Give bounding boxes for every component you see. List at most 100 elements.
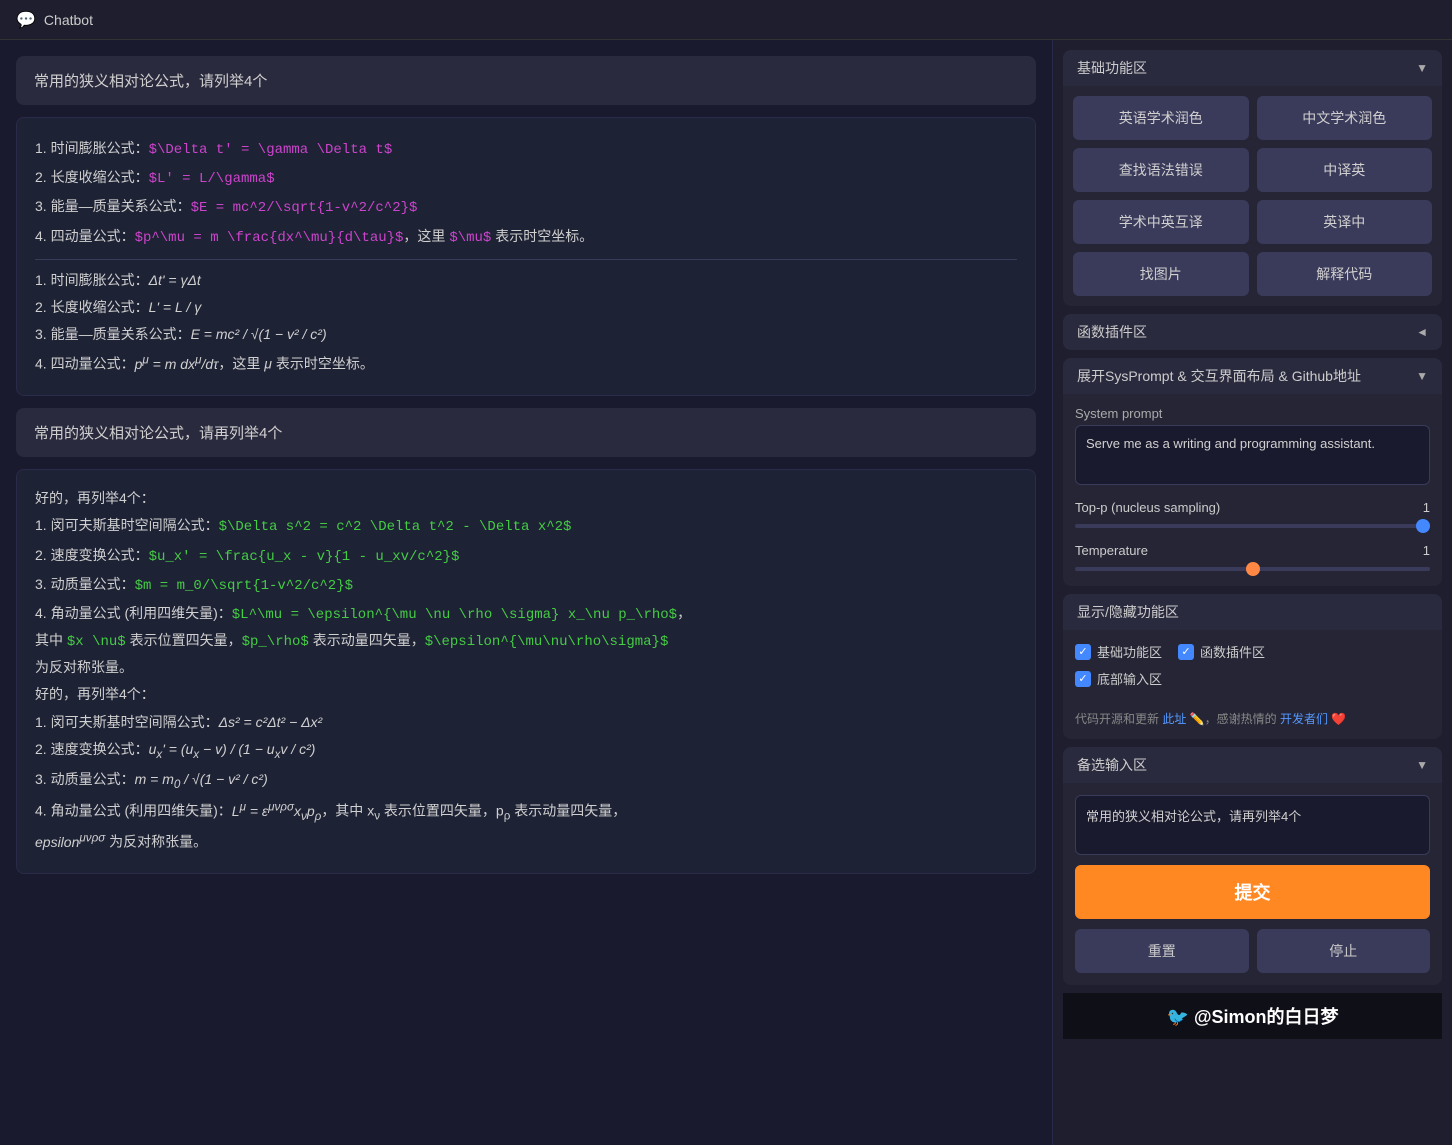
chevron-down-icon: ▼ <box>1416 758 1428 772</box>
toggle-body: ✓ 基础功能区 ✓ 函数插件区 ✓ 底部输入区 <box>1063 630 1442 700</box>
msg-item: 1. 闵可夫斯基时空间隔公式：Δs² = c²Δt² − Δx² <box>35 710 1017 735</box>
msg-item: 2. 速度变换公式：ux' = (ux − v) / (1 − uxv / c²… <box>35 737 1017 765</box>
reset-button[interactable]: 重置 <box>1075 929 1249 973</box>
main-layout: 常用的狭义相对论公式，请列举4个 1. 时间膨胀公式：$\Delta t' = … <box>0 40 1452 1145</box>
toggle-section-title: 显示/隐藏功能区 <box>1077 602 1179 622</box>
msg-item: 4. 四动量公式：pμ = m dxμ/dτ，这里 μ 表示时空坐标。 <box>35 349 1017 377</box>
bottom-buttons: 重置 停止 <box>1075 929 1430 973</box>
sysprompt-header[interactable]: 展开SysPrompt & 交互界面布局 & Github地址 ▼ <box>1063 358 1442 394</box>
rendered-math: μ <box>264 356 272 372</box>
source-link[interactable]: 此址 <box>1162 712 1186 726</box>
watermark: 🐦 @Simon的白日梦 <box>1063 993 1442 1039</box>
checkbox-plugin[interactable]: ✓ <box>1178 644 1194 660</box>
divider <box>35 259 1017 260</box>
rendered-math: Δs² = c²Δt² − Δx² <box>219 714 323 730</box>
msg-item: 1. 时间膨胀公式：Δt' = γΔt <box>35 268 1017 293</box>
submit-button[interactable]: 提交 <box>1075 865 1430 919</box>
right-panel: 基础功能区 ▼ 英语学术润色 中文学术润色 查找语法错误 中译英 学术中英互译 … <box>1052 40 1452 1145</box>
msg-item: 2. 速度变换公式：$u_x' = \frac{u_x - v}{1 - u_x… <box>35 543 1017 570</box>
checkbox-bottom[interactable]: ✓ <box>1075 671 1091 687</box>
toggle-row-2: ✓ 底部输入区 <box>1075 669 1430 688</box>
app-title: Chatbot <box>44 12 93 28</box>
chatbot-icon: 💬 <box>16 10 36 30</box>
sysprompt-body: System prompt Top-p (nucleus sampling) 1… <box>1063 394 1442 586</box>
user-message-2: 常用的狭义相对论公式，请再列举4个 <box>16 408 1036 457</box>
latex-code: $\Delta t' = \gamma \Delta t$ <box>149 142 393 158</box>
user-message-1: 常用的狭义相对论公式，请列举4个 <box>16 56 1036 105</box>
alt-input-body: 提交 重置 停止 <box>1063 783 1442 985</box>
grammar-check-button[interactable]: 查找语法错误 <box>1073 148 1249 192</box>
chat-panel: 常用的狭义相对论公式，请列举4个 1. 时间膨胀公式：$\Delta t' = … <box>0 40 1052 1145</box>
msg-item: 3. 动质量公式：$m = m_0/\sqrt{1-v^2/c^2}$ <box>35 572 1017 599</box>
sysprompt-section: 展开SysPrompt & 交互界面布局 & Github地址 ▼ System… <box>1063 358 1442 586</box>
stop-button[interactable]: 停止 <box>1257 929 1431 973</box>
chevron-left-icon: ◄ <box>1416 325 1428 339</box>
msg-text: 好的，再列举4个： <box>35 682 1017 707</box>
top-p-label: Top-p (nucleus sampling) <box>1075 500 1402 515</box>
plugin-header[interactable]: 函数插件区 ◄ <box>1063 314 1442 350</box>
temperature-group: Temperature 1 <box>1075 543 1430 574</box>
top-p-row: Top-p (nucleus sampling) 1 <box>1075 500 1430 515</box>
msg-item: 4. 角动量公式 (利用四维矢量)：$L^\mu = \epsilon^{\mu… <box>35 601 1017 681</box>
top-p-value: 1 <box>1410 500 1430 515</box>
toggle-basic: ✓ 基础功能区 <box>1075 642 1162 661</box>
rendered-math: ux' = (ux − v) / (1 − uxv / c²) <box>149 741 316 757</box>
basic-functions-body: 英语学术润色 中文学术润色 查找语法错误 中译英 学术中英互译 英译中 找图片 … <box>1063 86 1442 306</box>
system-prompt-input[interactable] <box>1075 425 1430 485</box>
temperature-label: Temperature <box>1075 543 1402 558</box>
find-image-button[interactable]: 找图片 <box>1073 252 1249 296</box>
msg-item: 1. 闵可夫斯基时空间隔公式：$\Delta s^2 = c^2 \Delta … <box>35 513 1017 540</box>
rendered-math: m = m0 / √(1 − v² / c²) <box>135 771 268 787</box>
msg-item: 3. 动质量公式：m = m0 / √(1 − v² / c²) <box>35 767 1017 795</box>
explain-code-button[interactable]: 解释代码 <box>1257 252 1433 296</box>
rendered-math: L' = L / γ <box>149 299 202 315</box>
toggle-label-basic: 基础功能区 <box>1097 642 1162 661</box>
section-title: 展开SysPrompt & 交互界面布局 & Github地址 <box>1077 366 1361 386</box>
temperature-slider-container <box>1075 558 1430 574</box>
section-title: 基础功能区 <box>1077 58 1147 78</box>
top-p-slider[interactable] <box>1075 524 1430 528</box>
en-to-cn-button[interactable]: 英译中 <box>1257 200 1433 244</box>
msg-item: 2. 长度收缩公式：L' = L / γ <box>35 295 1017 320</box>
alt-input-field[interactable] <box>1075 795 1430 855</box>
english-polish-button[interactable]: 英语学术润色 <box>1073 96 1249 140</box>
latex-code: $m = m_0/\sqrt{1-v^2/c^2}$ <box>135 578 353 594</box>
msg-item: 2. 长度收缩公式：$L' = L/\gamma$ <box>35 165 1017 192</box>
toggle-bottom: ✓ 底部输入区 <box>1075 669 1162 688</box>
top-p-slider-container <box>1075 515 1430 531</box>
top-bar: 💬 Chatbot <box>0 0 1452 40</box>
latex-code: $\epsilon^{\mu\nu\rho\sigma}$ <box>425 634 669 650</box>
rendered-math: epsilonμνρσ <box>35 834 105 850</box>
chevron-down-icon: ▼ <box>1416 61 1428 75</box>
basic-functions-section: 基础功能区 ▼ 英语学术润色 中文学术润色 查找语法错误 中译英 学术中英互译 … <box>1063 50 1442 306</box>
toggle-section: 显示/隐藏功能区 ✓ 基础功能区 ✓ 函数插件区 ✓ 底部输入区 <box>1063 594 1442 739</box>
basic-functions-header[interactable]: 基础功能区 ▼ <box>1063 50 1442 86</box>
checkbox-basic[interactable]: ✓ <box>1075 644 1091 660</box>
weibo-icon: 🐦 <box>1167 1007 1189 1027</box>
toggle-row-1: ✓ 基础功能区 ✓ 函数插件区 <box>1075 642 1430 661</box>
latex-code: $\Delta s^2 = c^2 \Delta t^2 - \Delta x^… <box>219 519 572 535</box>
chinese-polish-button[interactable]: 中文学术润色 <box>1257 96 1433 140</box>
alt-input-section: 备选输入区 ▼ 提交 重置 停止 <box>1063 747 1442 985</box>
msg-item: 3. 能量—质量关系公式：E = mc² / √(1 − v² / c²) <box>35 322 1017 347</box>
toggle-label-bottom: 底部输入区 <box>1097 669 1162 688</box>
section-title: 函数插件区 <box>1077 322 1147 342</box>
top-p-group: Top-p (nucleus sampling) 1 <box>1075 500 1430 531</box>
academic-translate-button[interactable]: 学术中英互译 <box>1073 200 1249 244</box>
latex-code: $L' = L/\gamma$ <box>149 171 275 187</box>
rendered-math: Lμ = εμνρσxνpρ <box>232 803 322 819</box>
latex-code: $E = mc^2/\sqrt{1-v^2/c^2}$ <box>191 200 418 216</box>
system-prompt-label: System prompt <box>1075 406 1430 421</box>
cn-to-en-button[interactable]: 中译英 <box>1257 148 1433 192</box>
toggle-label-plugin: 函数插件区 <box>1200 642 1265 661</box>
temperature-slider[interactable] <box>1075 567 1430 571</box>
rendered-math: pμ = m dxμ/dτ <box>135 356 219 372</box>
temperature-row: Temperature 1 <box>1075 543 1430 558</box>
developers-link[interactable]: 开发者们 <box>1280 712 1328 726</box>
alt-input-header[interactable]: 备选输入区 ▼ <box>1063 747 1442 783</box>
rendered-math: E = mc² / √(1 − v² / c²) <box>191 326 327 342</box>
section-title: 备选输入区 <box>1077 755 1147 775</box>
chevron-down-icon: ▼ <box>1416 369 1428 383</box>
rendered-math: Δt' = γΔt <box>149 272 201 288</box>
msg-text: 好的，再列举4个： <box>35 486 1017 511</box>
